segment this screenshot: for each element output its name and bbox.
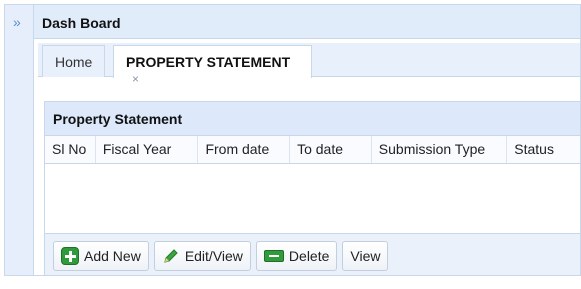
double-chevron-right-icon[interactable]: » (13, 14, 21, 30)
tab-bar: Home PROPERTY STATEMENT × (34, 39, 580, 86)
edit-view-label: Edit/View (184, 248, 243, 264)
add-new-label: Add New (84, 248, 141, 264)
add-icon (61, 247, 79, 265)
tab-property-statement[interactable]: PROPERTY STATEMENT × (113, 45, 312, 86)
tab-property-statement-label: PROPERTY STATEMENT (126, 54, 291, 70)
column-header-to-date[interactable]: To date (290, 136, 372, 163)
column-header-submission-type[interactable]: Submission Type (372, 136, 508, 163)
delete-icon (263, 250, 284, 262)
column-header-sl-no[interactable]: Sl No (45, 136, 96, 163)
delete-button[interactable]: Delete (255, 241, 338, 271)
dashboard-panel: Dash Board Home PROPERTY STATEMENT × Prop… (34, 4, 581, 276)
table-header: Sl No Fiscal Year From date To date Subm… (45, 136, 580, 164)
close-icon[interactable]: × (132, 72, 139, 86)
left-rail: » (4, 4, 34, 276)
edit-view-button[interactable]: Edit/View (153, 241, 251, 271)
panel-title: Property Statement (45, 102, 580, 136)
view-button[interactable]: View (342, 241, 389, 271)
tab-home-label: Home (55, 54, 93, 70)
pencil-icon (164, 249, 178, 263)
column-header-status[interactable]: Status (507, 136, 580, 163)
column-header-from-date[interactable]: From date (198, 136, 291, 163)
action-toolbar: Add New Edit/View Delete View (45, 233, 580, 275)
dashboard-title: Dash Board (34, 5, 580, 39)
delete-label: Delete (288, 248, 330, 264)
property-statement-panel: Property Statement Sl No Fiscal Year Fro… (44, 101, 581, 276)
tab-home[interactable]: Home (42, 45, 105, 77)
add-new-button[interactable]: Add New (53, 241, 149, 271)
column-header-fiscal-year[interactable]: Fiscal Year (96, 136, 199, 163)
view-label: View (350, 248, 381, 264)
table-body (45, 164, 580, 234)
